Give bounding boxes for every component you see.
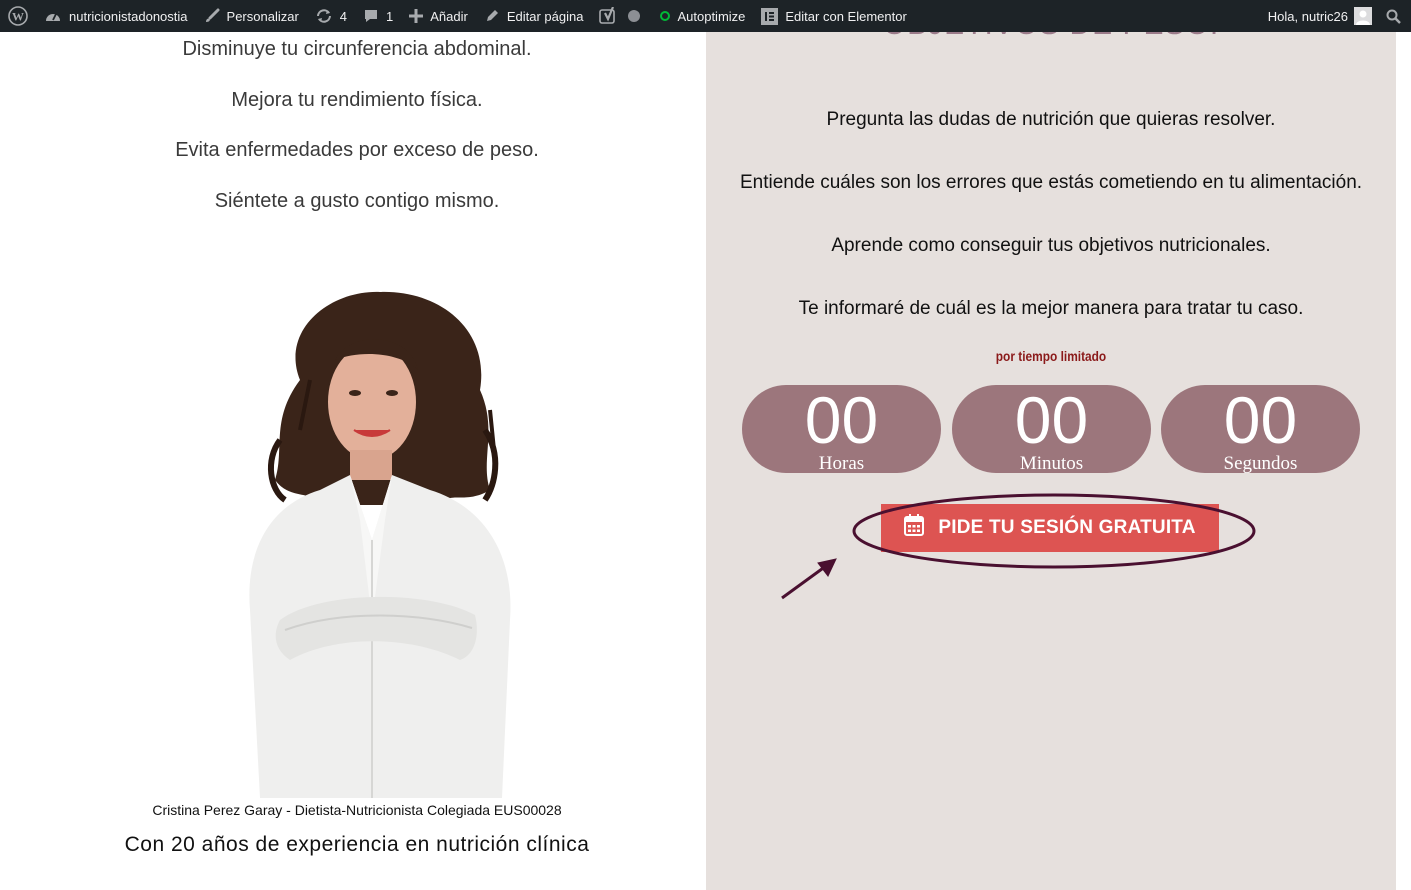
countdown-value: 00 [1014, 385, 1089, 457]
site-name: nutricionistadonostia [69, 8, 188, 24]
seo-status-dot [628, 10, 641, 22]
elementor-icon [761, 7, 779, 25]
edit-page-label: Editar página [506, 8, 584, 24]
wordpress-menu[interactable]: W [0, 0, 36, 32]
benefit-item: Disminuye tu circunferencia abdominal. [182, 38, 532, 60]
consult-point: Aprende como conseguir tus objetivos nut… [831, 235, 1271, 256]
my-account-menu[interactable]: Hola, nutric26 [1260, 0, 1378, 32]
brush-icon [204, 8, 220, 24]
book-session-label: PIDE TU SESIÓN GRATUITA [938, 517, 1196, 538]
customize-link[interactable]: Personalizar [196, 0, 307, 32]
comments-icon [363, 8, 379, 24]
site-name-menu[interactable]: nutricionistadonostia [36, 0, 196, 32]
admin-bar: W nutricionistadonostia Personalizar 4 1… [0, 0, 1411, 32]
yoast-icon [599, 7, 619, 25]
dashboard-icon [44, 8, 62, 24]
plus-icon [409, 9, 424, 23]
edit-page-link[interactable]: Editar página [476, 0, 592, 32]
benefit-item: Evita enfermedades por exceso de peso. [175, 139, 539, 161]
updates-icon [315, 8, 333, 24]
experience-text: Con 20 años de experiencia en nutrición … [124, 833, 590, 856]
countdown-label: Segundos [1223, 453, 1298, 473]
countdown-value: 00 [804, 385, 879, 457]
yoast-menu[interactable] [591, 0, 648, 32]
updates-link[interactable]: 4 [307, 0, 355, 32]
comments-count: 1 [386, 8, 394, 24]
pencil-icon [484, 8, 500, 24]
nutritionist-photo [240, 290, 520, 798]
customize-label: Personalizar [226, 8, 299, 24]
countdown-value: 00 [1223, 385, 1298, 457]
benefit-item: Siéntete a gusto contigo mismo. [214, 190, 500, 212]
svg-text:W: W [12, 10, 24, 24]
benefits-column: Disminuye tu circunferencia abdominal. M… [0, 32, 706, 890]
greeting: Hola, nutric26 [1267, 8, 1348, 24]
add-new-menu[interactable]: Añadir [401, 0, 476, 32]
countdown-seconds: 00 Segundos [1161, 385, 1360, 473]
wordpress-icon: W [8, 6, 28, 26]
search-icon [1386, 9, 1401, 24]
updates-count: 4 [339, 8, 348, 24]
limited-time-label: por tiempo limitado [995, 348, 1107, 364]
countdown-label: Horas [818, 453, 865, 473]
countdown-minutes: 00 Minutos [952, 385, 1151, 473]
avatar [1354, 7, 1372, 25]
consult-point: Te informaré de cuál es la mejor manera … [798, 298, 1304, 319]
edit-elementor-label: Editar con Elementor [785, 8, 907, 24]
benefit-item: Mejora tu rendimiento física. [231, 89, 483, 111]
book-session-button[interactable]: PIDE TU SESIÓN GRATUITA [881, 504, 1219, 552]
section-heading: OBJETIVOS DE PESO. [706, 32, 1396, 42]
comments-link[interactable]: 1 [355, 0, 401, 32]
calendar-icon [904, 514, 925, 542]
edit-elementor-link[interactable]: Editar con Elementor [753, 0, 914, 32]
countdown-hours: 00 Horas [742, 385, 941, 473]
consult-point: Pregunta las dudas de nutrición que quie… [826, 109, 1276, 130]
search-button[interactable] [1378, 0, 1411, 32]
autoptimize-status-icon [660, 11, 671, 21]
autoptimize-label: Autoptimize [677, 8, 746, 24]
add-new-label: Añadir [430, 8, 468, 24]
consultation-panel: OBJETIVOS DE PESO. Pregunta las dudas de… [706, 32, 1396, 890]
autoptimize-menu[interactable]: Autoptimize [648, 0, 753, 32]
consult-point: Entiende cuáles son los errores que está… [739, 172, 1363, 193]
countdown-label: Minutos [1019, 453, 1084, 473]
nutritionist-credentials: Cristina Perez Garay - Dietista-Nutricio… [152, 802, 562, 818]
